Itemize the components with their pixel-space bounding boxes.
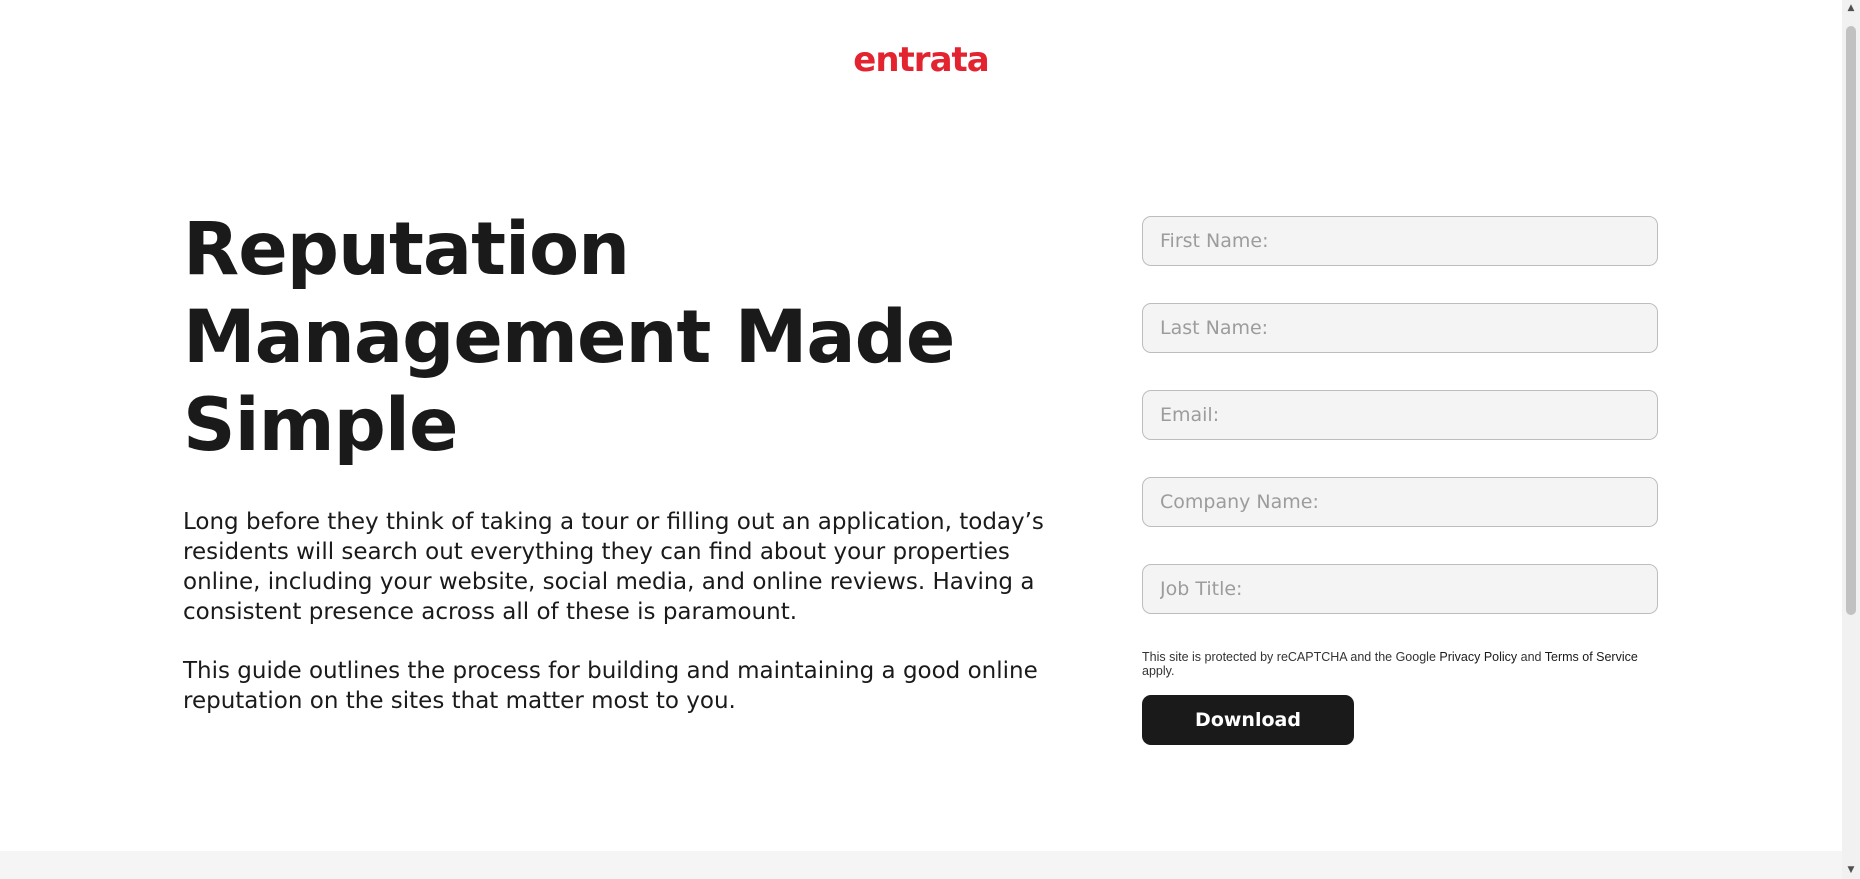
vertical-scrollbar[interactable]: ▲ ▼ — [1842, 0, 1860, 879]
headline-line-3: Simple — [183, 383, 458, 468]
recaptcha-prefix: This site is protected by reCAPTCHA and … — [1142, 650, 1440, 664]
entrata-logo[interactable]: entrata — [851, 38, 991, 82]
recaptcha-suffix: apply. — [1142, 664, 1175, 678]
last-name-field[interactable] — [1142, 303, 1658, 353]
download-form: This site is protected by reCAPTCHA and … — [1142, 216, 1658, 745]
footer-band — [0, 851, 1842, 879]
page-headline: Reputation Management Made Simple — [183, 206, 983, 470]
headline-line-1: Reputation — [183, 207, 630, 292]
terms-of-service-link[interactable]: Terms of Service — [1545, 650, 1638, 664]
intro-paragraph: Long before they think of taking a tour … — [183, 509, 1044, 625]
guide-description-paragraph: This guide outlines the process for buil… — [183, 658, 1038, 714]
headline-line-2: Management Made — [183, 295, 955, 380]
privacy-policy-link[interactable]: Privacy Policy — [1439, 650, 1517, 664]
recaptcha-middle: and — [1517, 650, 1545, 664]
email-field[interactable] — [1142, 390, 1658, 440]
first-name-field[interactable] — [1142, 216, 1658, 266]
scroll-up-arrow-icon[interactable]: ▲ — [1842, 0, 1860, 17]
job-title-field[interactable] — [1142, 564, 1658, 614]
scroll-down-arrow-icon[interactable]: ▼ — [1842, 862, 1860, 879]
download-button[interactable]: Download — [1142, 695, 1354, 745]
company-name-field[interactable] — [1142, 477, 1658, 527]
scrollbar-thumb[interactable] — [1846, 26, 1856, 615]
recaptcha-notice: This site is protected by reCAPTCHA and … — [1142, 650, 1658, 678]
landing-page: entrata Reputation Management Made Simpl… — [0, 0, 1842, 879]
